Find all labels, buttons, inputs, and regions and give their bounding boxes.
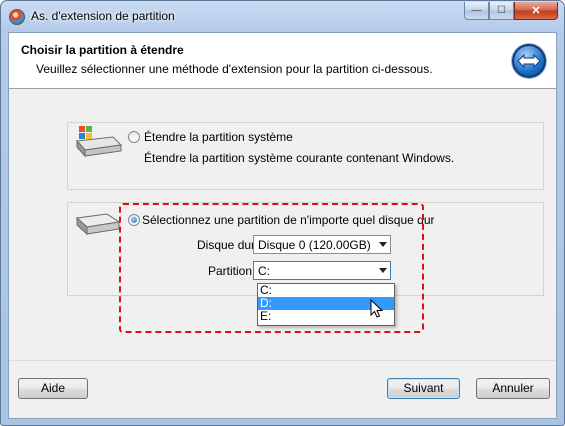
- app-icon: [9, 9, 25, 25]
- cancel-button[interactable]: Annuler: [476, 378, 550, 399]
- caption-buttons: — ☐ ✕: [464, 2, 558, 20]
- footer-divider: [9, 360, 556, 361]
- disk-select-value: Disque 0 (120.00GB): [258, 238, 371, 252]
- windows-drive-icon: [75, 126, 123, 158]
- partition-option-c[interactable]: C:: [258, 284, 394, 297]
- any-partition-radio[interactable]: [128, 214, 140, 226]
- minimize-button[interactable]: —: [464, 2, 489, 20]
- close-button[interactable]: ✕: [514, 2, 558, 20]
- extend-arrows-icon: [512, 44, 546, 78]
- system-partition-radio[interactable]: [128, 131, 140, 143]
- any-partition-label[interactable]: Sélectionnez une partition de n'importe …: [142, 213, 434, 227]
- wizard-body: Choisir la partition à étendre Veuillez …: [8, 32, 557, 419]
- next-button[interactable]: Suivant: [387, 378, 460, 399]
- title-bar[interactable]: As. d'extension de partition — ☐ ✕: [1, 1, 564, 32]
- system-partition-description: Étendre la partition système courante co…: [144, 151, 455, 165]
- help-button[interactable]: Aide: [18, 378, 88, 399]
- partition-select-value: C:: [258, 264, 270, 278]
- page-subtitle: Veuillez sélectionner une méthode d'exte…: [36, 62, 433, 76]
- system-partition-label[interactable]: Étendre la partition système: [144, 130, 293, 144]
- partition-select[interactable]: C:: [253, 261, 391, 280]
- disk-label: Disque dur: [197, 238, 256, 252]
- chevron-down-icon: [379, 268, 387, 273]
- mouse-cursor-icon: [370, 299, 383, 318]
- disk-select[interactable]: Disque 0 (120.00GB): [253, 235, 391, 254]
- window-title: As. d'extension de partition: [31, 9, 175, 23]
- wizard-window: As. d'extension de partition — ☐ ✕ Chois…: [0, 0, 565, 426]
- chevron-down-icon: [379, 242, 387, 247]
- hard-drive-icon: [75, 213, 121, 236]
- page-title: Choisir la partition à étendre: [21, 43, 184, 57]
- maximize-button[interactable]: ☐: [489, 2, 514, 20]
- partition-label: Partition: [208, 264, 253, 278]
- wizard-header: Choisir la partition à étendre Veuillez …: [9, 33, 556, 89]
